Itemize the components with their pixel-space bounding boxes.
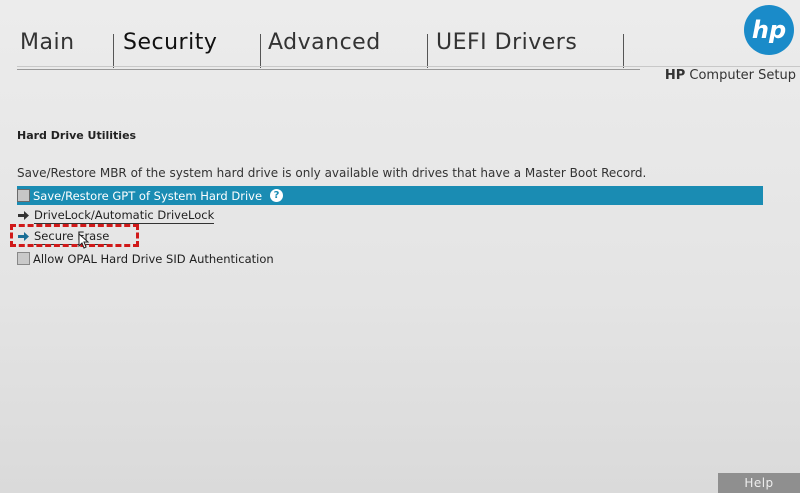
- tab-divider: [113, 34, 114, 68]
- checkbox[interactable]: [17, 189, 30, 202]
- menu-item-label: Allow OPAL Hard Drive SID Authentication: [33, 251, 274, 266]
- help-button[interactable]: Help: [718, 473, 800, 493]
- tab-divider: [623, 34, 624, 68]
- checkbox[interactable]: [17, 252, 30, 265]
- app-title: HP Computer Setup: [665, 68, 796, 83]
- hp-logo-icon: hp: [752, 16, 786, 44]
- tab-main[interactable]: Main: [20, 30, 75, 55]
- tab-uefi-drivers[interactable]: UEFI Drivers: [436, 30, 577, 55]
- app-title-suffix: Computer Setup: [685, 68, 796, 83]
- section-title: Hard Drive Utilities: [17, 129, 137, 142]
- header-divider: [17, 66, 800, 67]
- menu-item-label: Save/Restore GPT of System Hard Drive: [33, 188, 263, 203]
- tab-underline: [17, 69, 640, 70]
- tab-divider: [427, 34, 428, 68]
- menu-item-save-restore-gpt[interactable]: Save/Restore GPT of System Hard Drive ?: [17, 186, 763, 205]
- logo-text: hp: [752, 16, 786, 44]
- tab-advanced[interactable]: Advanced: [268, 30, 381, 55]
- info-text: Save/Restore MBR of the system hard driv…: [17, 166, 647, 180]
- annotation-highlight-box: [10, 224, 139, 247]
- hp-logo: hp: [744, 5, 794, 55]
- menu-item-label: DriveLock/Automatic DriveLock: [34, 207, 215, 224]
- arrow-right-icon: [17, 211, 29, 220]
- tab-security[interactable]: Security: [123, 30, 217, 55]
- app-title-brand: HP: [664, 68, 686, 83]
- help-question-icon[interactable]: ?: [270, 189, 284, 202]
- mouse-cursor-icon: [78, 232, 90, 253]
- menu-item-drivelock[interactable]: DriveLock/Automatic DriveLock: [17, 206, 215, 225]
- menu-item-allow-opal[interactable]: Allow OPAL Hard Drive SID Authentication: [17, 249, 274, 268]
- tab-divider: [260, 34, 261, 68]
